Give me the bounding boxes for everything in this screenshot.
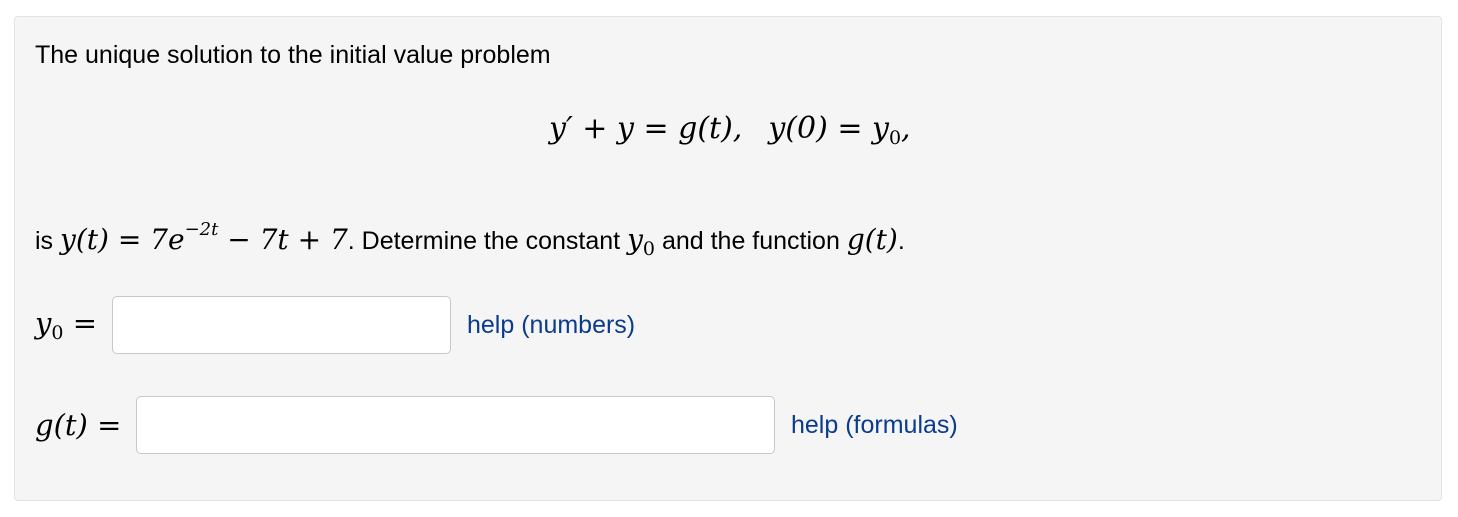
initial-condition: y(0) = y0,: [768, 111, 911, 149]
help-numbers-link[interactable]: help (numbers): [467, 311, 635, 340]
y0-symbol: y0: [627, 223, 655, 260]
display-equation: y′ + y = g(t), y(0) = y0,: [549, 111, 911, 149]
differential-equation: y′ + y = g(t),: [549, 111, 743, 146]
y0-answer-label: y0 =: [35, 306, 98, 344]
y0-answer-row: y0 = help (numbers): [35, 296, 635, 354]
g-answer-label: g(t) =: [35, 408, 122, 442]
g-answer-row: g(t) = help (formulas): [35, 396, 958, 454]
y0-answer-input[interactable]: [112, 296, 451, 354]
problem-statement: is y(t) = 7e−2t − 7t + 7. Determine the …: [35, 219, 905, 260]
help-formulas-link[interactable]: help (formulas): [791, 411, 958, 440]
g-symbol: g(t): [846, 223, 898, 256]
problem-intro-text: The unique solution to the initial value…: [35, 41, 551, 69]
g-answer-input[interactable]: [136, 396, 775, 454]
solution-formula: y(t) = 7e−2t − 7t + 7: [60, 219, 348, 256]
problem-panel: The unique solution to the initial value…: [14, 16, 1442, 501]
